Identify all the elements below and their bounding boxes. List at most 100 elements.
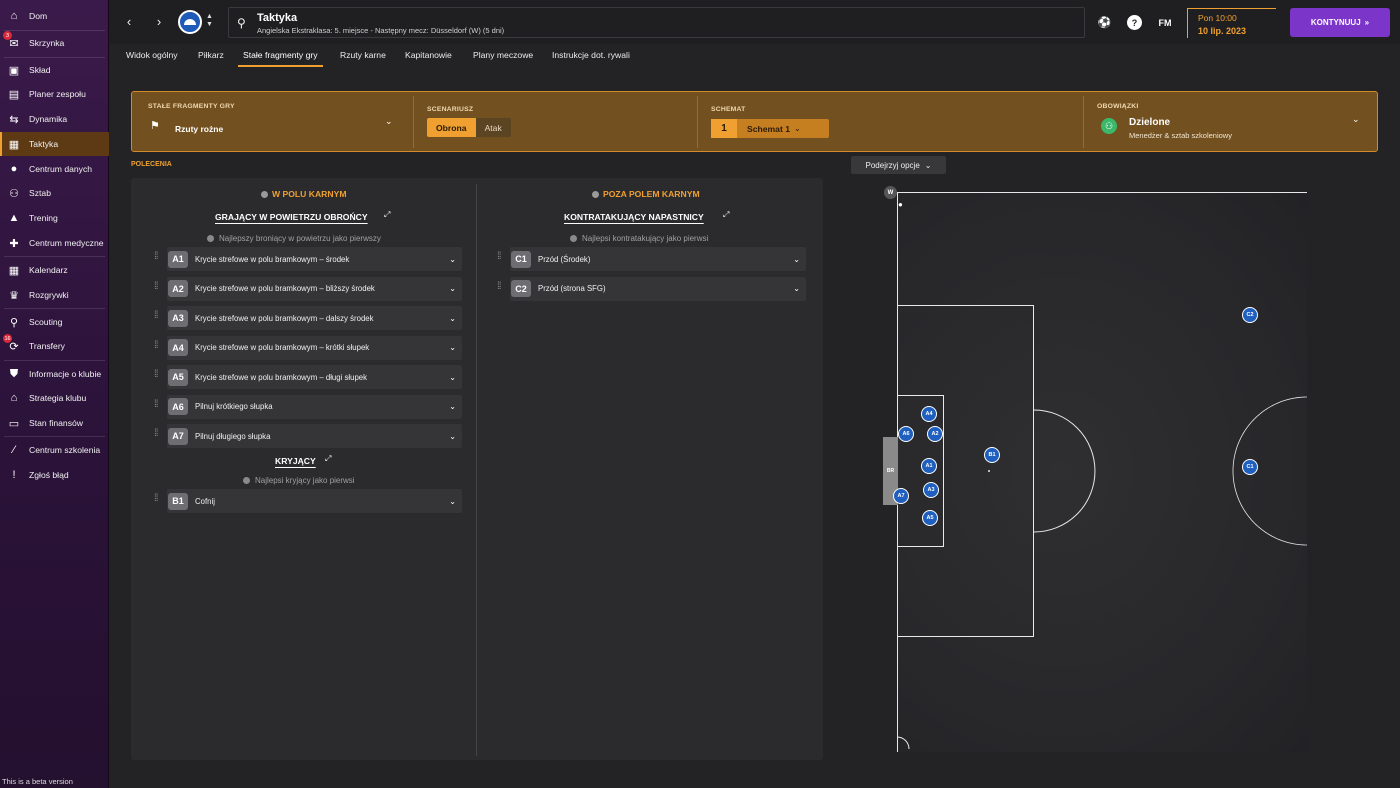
corner-taker-tag[interactable]: W bbox=[884, 186, 897, 199]
tab-rzuty-karne[interactable]: Rzuty karne bbox=[340, 50, 386, 60]
instruction-row[interactable]: A5 Krycie strefowe w polu bramkowym – dłu… bbox=[167, 365, 462, 389]
scenario-atak[interactable]: Atak bbox=[475, 118, 511, 137]
player-marker[interactable]: C1 bbox=[1242, 459, 1258, 475]
position-code: B1 bbox=[168, 492, 188, 510]
sidebar-item-rozgrywki[interactable]: ♛ Rozgrywki bbox=[0, 283, 109, 307]
instruction-row[interactable]: A7 Pilnuj długiego słupka ⌄ bbox=[167, 424, 462, 448]
continue-button[interactable]: KONTYNUUJ» bbox=[1290, 8, 1390, 37]
position-code: A3 bbox=[168, 309, 188, 327]
sidebar-item-kalendarz[interactable]: ▦ Kalendarz bbox=[0, 258, 109, 282]
fm-logo[interactable]: FM bbox=[1155, 15, 1175, 30]
info-icon bbox=[243, 477, 250, 484]
instruction-row[interactable]: A6 Pilnuj krótkiego słupka ⌄ bbox=[167, 394, 462, 419]
forward-button[interactable]: › bbox=[151, 12, 167, 30]
player-marker[interactable]: A4 bbox=[921, 406, 937, 422]
instruction-row[interactable]: A3 Krycie strefowe w polu bramkowym – dal… bbox=[167, 306, 462, 330]
drag-handle-icon[interactable]: ⁞⁞ bbox=[154, 370, 158, 380]
sidebar-item-centrum-danych[interactable]: ● Centrum danych bbox=[0, 157, 109, 181]
tab-instrukcje-rywali[interactable]: Instrukcje dot. rywali bbox=[552, 50, 630, 60]
sidebar-item-finanse[interactable]: ▭ Stan finansów bbox=[0, 411, 109, 435]
date-display: Pon 10:00 10 lip. 2023 bbox=[1187, 8, 1276, 38]
external-link-icon[interactable]: ⤢ bbox=[723, 210, 729, 220]
sidebar-item-label: Rozgrywki bbox=[29, 290, 69, 300]
drag-handle-icon[interactable]: ⁞⁞ bbox=[497, 281, 501, 291]
instruction-row[interactable]: A2 Krycie strefowe w polu bramkowym – bli… bbox=[167, 276, 462, 301]
staff-group-icon: ⚇ bbox=[1101, 118, 1117, 134]
sidebar-item-sklad[interactable]: ▣ Skład bbox=[0, 58, 109, 82]
instruction-row[interactable]: A1 Krycie strefowe w polu bramkowym – śro… bbox=[167, 247, 462, 271]
player-marker[interactable]: B1 bbox=[984, 447, 1000, 463]
external-link-icon[interactable]: ⤢ bbox=[384, 210, 390, 220]
chevron-down-icon[interactable]: ⌄ bbox=[449, 284, 456, 293]
player-marker[interactable]: C2 bbox=[1242, 307, 1258, 323]
instruction-row[interactable]: C2 Przód (strona SFG) ⌄ bbox=[510, 276, 806, 301]
chevron-down-icon[interactable]: ⌄ bbox=[449, 373, 456, 382]
club-crest[interactable] bbox=[178, 10, 202, 34]
sidebar-item-dynamika[interactable]: ⇆ Dynamika bbox=[0, 107, 109, 131]
sidebar-item-dom[interactable]: ⌂ Dom bbox=[0, 4, 109, 28]
sidebar-item-skrzynka[interactable]: ✉ Skrzynka bbox=[0, 31, 109, 55]
external-link-icon[interactable]: ⤢ bbox=[325, 454, 331, 464]
chevron-down-icon[interactable]: ⌄ bbox=[793, 284, 800, 293]
sidebar-item-informacje[interactable]: ⛊ Informacje o klubie bbox=[0, 362, 109, 386]
sidebar-item-label: Planer zespołu bbox=[29, 89, 86, 99]
sidebar-item-label: Kalendarz bbox=[29, 265, 68, 275]
drag-handle-icon[interactable]: ⁞⁞ bbox=[154, 340, 158, 350]
duties-dropdown[interactable]: ⌄ bbox=[1352, 114, 1360, 125]
chevron-down-icon[interactable]: ⌄ bbox=[449, 255, 456, 264]
sidebar-item-taktyka[interactable]: ▦ Taktyka bbox=[0, 132, 109, 156]
chevron-down-icon[interactable]: ⌄ bbox=[449, 314, 456, 323]
chevron-down-icon[interactable]: ⌄ bbox=[793, 255, 800, 264]
tab-pilkarz[interactable]: Piłkarz bbox=[198, 50, 224, 60]
football-icon[interactable]: ⚽ bbox=[1097, 15, 1112, 30]
player-marker[interactable]: A6 bbox=[898, 426, 914, 442]
instruction-text: Krycie strefowe w polu bramkowym – bliżs… bbox=[195, 284, 375, 293]
chevron-down-icon[interactable]: ⌄ bbox=[449, 343, 456, 352]
instruction-row[interactable]: C1 Przód (Środek) ⌄ bbox=[510, 247, 806, 271]
sidebar-item-strategia[interactable]: ⌂ Strategia klubu bbox=[0, 386, 109, 410]
tab-widok-ogolny[interactable]: Widok ogólny bbox=[126, 50, 178, 60]
instruction-row[interactable]: A4 Krycie strefowe w polu bramkowym – kró… bbox=[167, 335, 462, 360]
chevron-down-icon[interactable]: ⌄ bbox=[449, 432, 456, 441]
tab-kapitanowie[interactable]: Kapitanowie bbox=[405, 50, 452, 60]
scheme-selector[interactable]: 1 Schemat 1 ⌄ bbox=[711, 119, 829, 138]
sidebar-item-centrum-medyczne[interactable]: ✚ Centrum medyczne bbox=[0, 231, 109, 255]
counter-attackers-heading[interactable]: KONTRATAKUJĄCY NAPASTNICY bbox=[564, 212, 704, 222]
sidebar-item-transfery[interactable]: ⟳ Transfery bbox=[0, 334, 109, 358]
tab-bar: Widok ogólny Piłkarz Stałe fragmenty gry… bbox=[109, 44, 1400, 68]
chevron-down-icon[interactable]: ⌄ bbox=[449, 402, 456, 411]
tab-plany-meczowe[interactable]: Plany meczowe bbox=[473, 50, 533, 60]
drag-handle-icon[interactable]: ⁞⁞ bbox=[154, 252, 158, 262]
sidebar-item-zglos-blad[interactable]: ! Zgłoś błąd bbox=[0, 463, 109, 487]
club-switcher[interactable]: ▲ ▼ bbox=[206, 13, 213, 29]
player-marker[interactable]: A3 bbox=[923, 482, 939, 498]
sidebar-item-scouting[interactable]: ⚲ Scouting bbox=[0, 310, 109, 334]
markers-heading[interactable]: KRYJĄCY bbox=[275, 456, 316, 466]
drag-handle-icon[interactable]: ⁞⁞ bbox=[154, 399, 158, 409]
drag-handle-icon[interactable]: ⁞⁞ bbox=[154, 281, 158, 291]
scenario-obrona[interactable]: Obrona bbox=[427, 118, 476, 137]
drag-handle-icon[interactable]: ⁞⁞ bbox=[497, 252, 501, 262]
drag-handle-icon[interactable]: ⁞⁞ bbox=[154, 494, 158, 504]
setpiece-type-dropdown[interactable]: ⌄ bbox=[385, 116, 393, 127]
medical-icon: ✚ bbox=[9, 237, 19, 250]
player-marker[interactable]: A2 bbox=[927, 426, 943, 442]
drag-handle-icon[interactable]: ⁞⁞ bbox=[154, 429, 158, 439]
aerial-defenders-heading[interactable]: GRAJĄCY W POWIETRZU OBROŃCY bbox=[215, 212, 368, 222]
back-button[interactable]: ‹ bbox=[121, 12, 137, 30]
sidebar-item-planer[interactable]: ▤ Planer zespołu bbox=[0, 82, 109, 106]
player-marker[interactable]: A7 bbox=[893, 488, 909, 504]
search-box[interactable]: ⚲ Taktyka Angielska Ekstraklasa: 5. miej… bbox=[228, 7, 1085, 38]
chevron-down-icon[interactable]: ⌄ bbox=[449, 497, 456, 506]
player-marker[interactable]: A5 bbox=[922, 510, 938, 526]
player-marker[interactable]: A1 bbox=[921, 458, 937, 474]
tab-stale-fragmenty[interactable]: Stałe fragmenty gry bbox=[238, 50, 323, 67]
sidebar-item-centrum-szkolenia[interactable]: ⁄ Centrum szkolenia bbox=[0, 438, 109, 462]
help-icon[interactable]: ? bbox=[1127, 15, 1142, 30]
sidebar-item-trening[interactable]: ▲ Trening bbox=[0, 206, 109, 230]
preview-options-button[interactable]: Podejrzyj opcje ⌄ bbox=[851, 156, 946, 174]
drag-handle-icon[interactable]: ⁞⁞ bbox=[154, 311, 158, 321]
sidebar-item-sztab[interactable]: ⚇ Sztab bbox=[0, 181, 109, 205]
instruction-text: Pilnuj krótkiego słupka bbox=[195, 402, 273, 411]
instruction-row[interactable]: B1 Cofnij ⌄ bbox=[167, 489, 462, 513]
